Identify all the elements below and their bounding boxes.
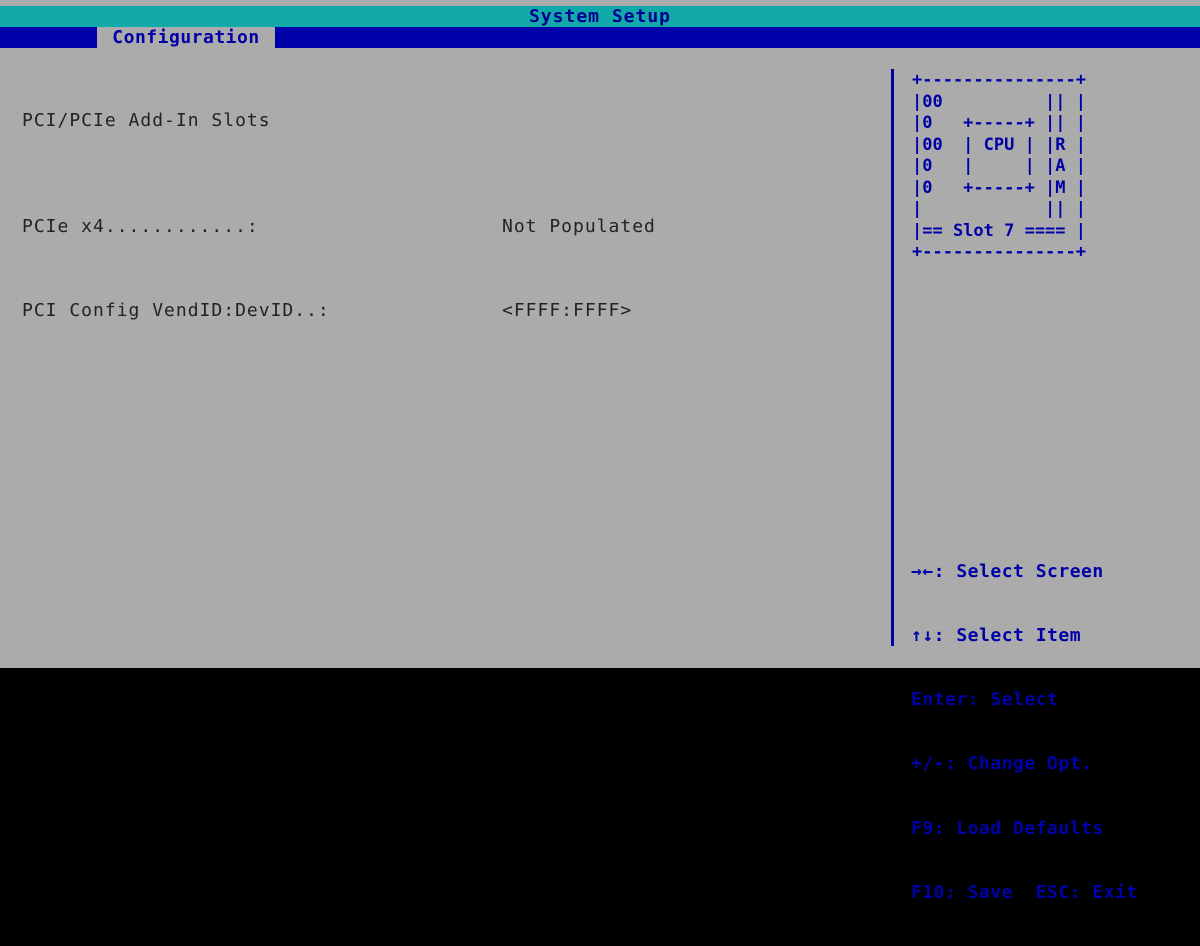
setting-row-pcie-x4[interactable]: PCIe x4............: Not Populated [22,216,882,237]
help-item-save-exit: F10: Save ESC: Exit [911,881,1138,903]
tab-configuration[interactable]: Configuration [97,27,275,48]
help-item-enter: Enter: Select [911,689,1059,711]
diagram-line: |0 +-----+ |M | [912,177,1086,198]
slot-location-diagram: +---------------+ |00 || | |0 +-----+ ||… [912,70,1086,264]
setting-value: <FFFF:FFFF> [502,300,633,321]
help-item-select-screen: →←: Select Screen [911,560,1104,582]
diagram-line: |0 +-----+ || | [912,113,1086,133]
bios-screen: System Setup Configuration PCI/PCIe Add-… [0,0,1200,903]
setting-label: PCIe x4............: [22,216,259,237]
diagram-line: |== Slot 7 ==== | [912,220,1086,241]
diagram-line: |0 | | |A | [912,156,1086,176]
help-legend: →←: Select Screen ↑↓: Select Item Enter:… [911,518,1138,946]
diagram-line: +---------------+ [912,70,1086,90]
main-panel: PCI/PCIe Add-In Slots PCIe x4...........… [22,68,882,363]
diagram-line: | || | [912,199,1086,219]
setting-label: PCI Config VendID:DevID..: [22,300,330,321]
help-item-change-opt: +/-: Change Opt. [911,753,1093,775]
diagram-line: |00 | CPU | |R | [912,134,1086,155]
diagram-line: |00 || | [912,91,1086,112]
window-title: System Setup [0,6,1200,27]
diagram-line: +---------------+ [912,242,1086,262]
help-item-load-defaults: F9: Load Defaults [911,817,1104,839]
section-title: PCI/PCIe Add-In Slots [22,110,271,131]
help-item-select-item: ↑↓: Select Item [911,625,1082,647]
tab-bar: Configuration [0,27,1200,48]
setting-value: Not Populated [502,216,656,237]
setting-row-pci-config[interactable]: PCI Config VendID:DevID..: <FFFF:FFFF> [22,300,882,321]
panel-divider [891,69,894,646]
